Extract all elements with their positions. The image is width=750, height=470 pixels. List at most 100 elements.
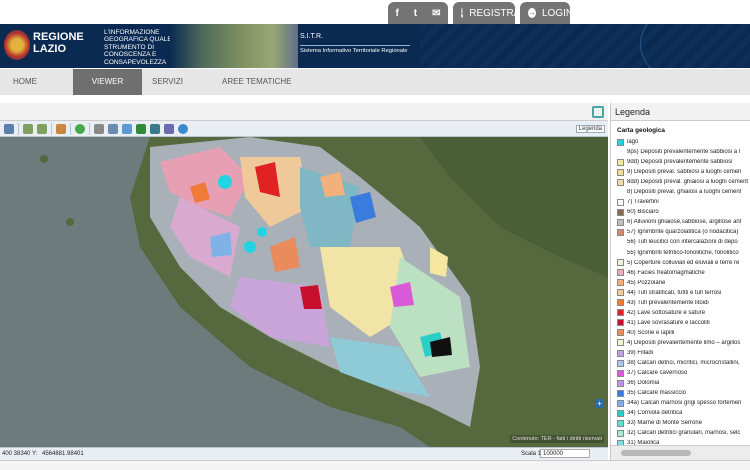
legend-swatch	[617, 409, 624, 417]
back-icon[interactable]	[23, 123, 33, 134]
legend-item: 43) Tufi prevalentemente litoidi	[617, 298, 750, 308]
zoom-in-icon[interactable]: +	[595, 399, 604, 408]
legend-label: 37) Calcare cavernoso	[627, 370, 688, 377]
legend-swatch	[617, 218, 624, 226]
login-icon: →	[528, 8, 536, 18]
forward-icon[interactable]	[37, 123, 47, 134]
search-icon[interactable]	[122, 123, 132, 134]
legend-label: 41) Lave sovrasature e laccoliti	[627, 319, 710, 326]
sitr-title: S.I.T.R.	[300, 33, 323, 40]
legend-label: 38) Calcari detrici, micritici, microcri…	[627, 360, 740, 367]
expand-icon[interactable]	[592, 106, 604, 118]
legend-swatch	[617, 419, 624, 427]
coords-x: 400 38340	[2, 451, 31, 457]
legend-label: 35) Calcare massiccio	[627, 390, 687, 397]
legend-label: 32) Calcari detritici granulari, marnosi…	[627, 430, 741, 437]
legend-label: 40) Scorie e lapilli	[627, 329, 675, 336]
legend-swatch	[617, 208, 624, 216]
legend-swatch	[617, 239, 624, 246]
map-canvas[interactable]: Contenuto: TER - fatti i diritti riserva…	[0, 137, 608, 447]
measure-icon[interactable]	[136, 123, 146, 134]
nav-aree-tematiche[interactable]: AREE TEMATICHE	[222, 69, 292, 95]
legend-swatch	[617, 429, 624, 437]
site-header: REGIONE LAZIO L'INFORMAZIONE GEOGRAFICA …	[0, 24, 750, 68]
login-label: LOGIN	[542, 7, 574, 19]
legend-item: 32) Calcari detritici granulari, marnosi…	[617, 428, 750, 438]
area-icon[interactable]	[150, 123, 160, 134]
social-links: f t ✉	[388, 2, 448, 24]
legend-item: 9) Depositi preval. sabbiosi a luoghi ce…	[617, 167, 750, 177]
legend-swatch	[617, 189, 624, 196]
legend-label: 34a) Calcari marnosi grigi spesso fortem…	[627, 400, 742, 407]
scrollbar-thumb[interactable]	[621, 450, 691, 456]
legend-swatch	[617, 309, 624, 317]
legend-label: 8dd) Depositi preval. ghiaiosi a luoghi …	[627, 179, 749, 186]
sitr-subtitle: Sistema Informativo Territoriale Regiona…	[300, 45, 410, 54]
brand: REGIONE LAZIO	[33, 31, 84, 55]
legend-label: 55) Ignimbriti tefritico-fonolitiche, fo…	[627, 249, 739, 256]
legend-item: 7) Travertini	[617, 197, 750, 207]
legend-item: 4) Depositi prevalentemente limo – argil…	[617, 338, 750, 348]
legend-item: 34a) Calcari marnosi grigi spesso fortem…	[617, 398, 750, 408]
layers-icon[interactable]	[56, 123, 66, 134]
twitter-icon[interactable]: t	[414, 8, 417, 19]
legend-swatch	[617, 249, 624, 256]
legend-item: 34) Corniola detritica	[617, 408, 750, 418]
legend-swatch	[617, 259, 624, 267]
regione-lazio-logo[interactable]	[4, 30, 30, 60]
legend-label: 34) Corniola detritica	[627, 410, 683, 417]
main-nav: HOME VIEWER SERVIZI AREE TEMATICHE	[0, 69, 750, 95]
print-icon[interactable]	[94, 123, 104, 134]
legend-swatch	[617, 349, 624, 357]
legend-swatch	[617, 168, 624, 176]
tagline: L'INFORMAZIONE GEOGRAFICA QUALE STRUMENT…	[104, 29, 172, 66]
legend-item: 38) Calcari detrici, micritici, microcri…	[617, 358, 750, 368]
facebook-icon[interactable]: f	[395, 8, 398, 19]
legend-label: 57) Ignimbrite quarzolatitica (o riodaci…	[627, 229, 739, 236]
legend-panel: Legenda Carta geologica lago 9ps) Deposit…	[610, 103, 750, 460]
nav-servizi[interactable]: SERVIZI	[152, 69, 183, 95]
register-button[interactable]: i REGISTRATI	[453, 2, 529, 24]
legend-item: 37) Calcare cavernoso	[617, 368, 750, 378]
header-arc	[640, 24, 750, 68]
legend-item: 46) Facies freatomagmatiche	[617, 268, 750, 278]
zoom-extent-icon[interactable]	[4, 123, 14, 134]
legend-scrollbar[interactable]	[611, 445, 750, 460]
map-panel: Legenda Contenuto: TER - fatti i diritti…	[0, 103, 608, 460]
legend-swatch	[617, 319, 624, 327]
legend-swatch	[617, 339, 624, 347]
legend-item: 45) Pozzolane	[617, 278, 750, 288]
export-icon[interactable]	[108, 123, 118, 134]
nav-home[interactable]: HOME	[13, 69, 37, 95]
nav-viewer[interactable]: VIEWER	[73, 69, 142, 95]
mail-icon[interactable]: ✉	[432, 8, 440, 19]
legend-item: 57) Ignimbrite quarzolatitica (o riodaci…	[617, 227, 750, 237]
top-strip: f t ✉ i REGISTRATI → LOGIN	[0, 0, 750, 24]
legend-label: lago	[627, 139, 639, 146]
legend-item: 40) Scorie e lapilli	[617, 328, 750, 338]
legend-swatch	[617, 198, 624, 206]
map-toolbar: Legenda	[0, 121, 608, 137]
legend-item: 56) Tufi leucitici con intercalazioni di…	[617, 237, 750, 247]
legend-label: 44) Tufi stratificati, tufiti e tufi ter…	[627, 289, 722, 296]
legend-label: 4) Depositi prevalentemente limo – argil…	[627, 339, 741, 346]
legend-swatch	[617, 329, 624, 337]
help-icon[interactable]	[178, 123, 188, 134]
login-button[interactable]: → LOGIN	[520, 2, 574, 24]
legend-label: 56) Tufi leucitici con intercalazioni di…	[627, 239, 738, 246]
legend-item: 60) Bisciaro	[617, 207, 750, 217]
map-statusbar: 400 38340 Y: 4564881.98401 Scala 1: 1000…	[0, 447, 608, 460]
legend-item: 8) Depositi preval. ghiaiosi a luoghi ce…	[617, 187, 750, 197]
legend-item: 6) Alluvioni ghiaiose,sabbiose, argillos…	[617, 217, 750, 227]
legend-swatch	[617, 269, 624, 277]
legend-swatch	[617, 399, 624, 407]
legend-label: 8) Depositi preval. ghiaiosi a luoghi ce…	[627, 189, 742, 196]
legend-swatch	[617, 389, 624, 397]
info-tool-icon[interactable]	[164, 123, 174, 134]
lake-vico	[257, 227, 267, 237]
legend-swatch	[617, 289, 624, 297]
legend-swatch	[617, 369, 624, 377]
scale-select[interactable]: 100000	[540, 449, 590, 458]
add-icon[interactable]	[75, 123, 85, 134]
legend-toggle-button[interactable]: Legenda	[575, 124, 605, 133]
